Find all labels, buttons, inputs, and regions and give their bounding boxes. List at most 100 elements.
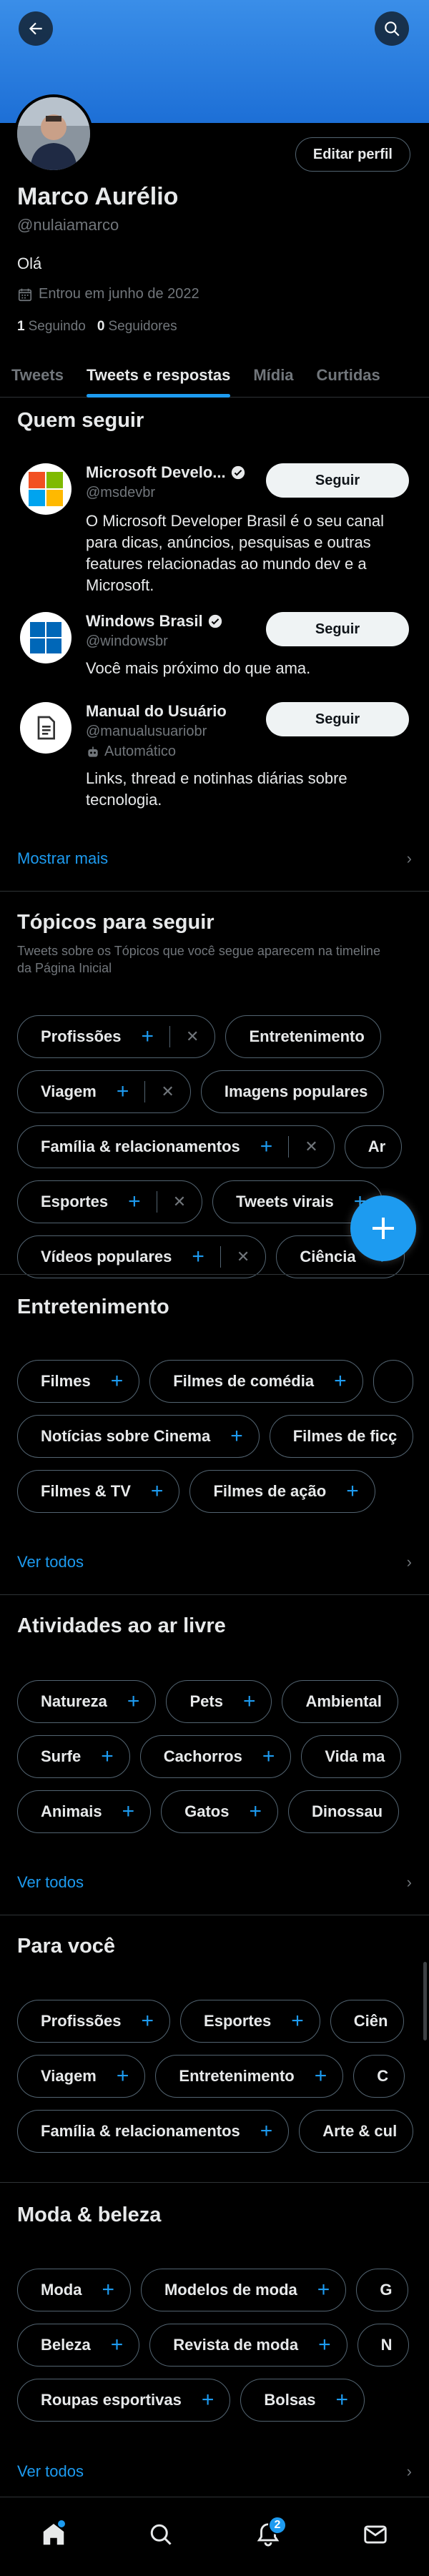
topic-chip[interactable]: Filmes de ação + — [189, 1470, 375, 1513]
search-button[interactable] — [375, 11, 409, 46]
topic-chip[interactable]: Viagem + — [17, 2055, 146, 2098]
plus-icon[interactable]: + — [334, 1371, 347, 1392]
plus-icon[interactable]: + — [317, 2279, 330, 2301]
show-more-row[interactable]: Mostrar mais › — [17, 848, 412, 869]
tab-media[interactable]: Mídia — [242, 353, 305, 398]
see-all-link[interactable]: Ver todos — [17, 1553, 84, 1571]
see-all-link[interactable]: Ver todos — [17, 1873, 84, 1892]
nav-home[interactable] — [32, 2513, 75, 2556]
plus-icon[interactable]: + — [142, 2010, 154, 2032]
nav-notifications[interactable]: 2 — [247, 2513, 290, 2556]
topic-chip[interactable]: Vídeos populares + ✕ — [17, 1235, 267, 1278]
follow-button[interactable]: Seguir — [266, 463, 409, 498]
suggested-account[interactable]: Microsoft Develo... @msdevbr O Microsoft… — [20, 463, 418, 599]
plus-icon[interactable]: + — [336, 2389, 349, 2411]
plus-icon[interactable]: + — [318, 2334, 331, 2356]
topic-chip[interactable]: Esportes + — [180, 2000, 320, 2043]
plus-icon[interactable]: + — [243, 1691, 256, 1712]
plus-icon[interactable]: + — [192, 1246, 204, 1268]
topic-chip[interactable]: Notícias sobre Cinema + — [17, 1415, 260, 1458]
followers-link[interactable]: 0 Seguidores — [97, 319, 177, 335]
plus-icon[interactable]: + — [128, 1191, 141, 1213]
nav-explore[interactable] — [139, 2513, 182, 2556]
topic-chip[interactable]: Vida ma — [301, 1735, 402, 1778]
topic-chip[interactable]: Viagem + ✕ — [17, 1070, 191, 1113]
following-link[interactable]: 1 Seguindo — [17, 319, 86, 335]
see-all-row[interactable]: Ver todos › — [17, 1872, 412, 1893]
dismiss-icon[interactable]: ✕ — [173, 1193, 186, 1211]
plus-icon[interactable]: + — [315, 2066, 327, 2087]
topic-chip[interactable]: Revista de moda + — [149, 2324, 347, 2367]
plus-icon[interactable]: + — [230, 1426, 243, 1447]
plus-icon[interactable]: + — [202, 2389, 214, 2411]
topic-chip[interactable]: Filmes de comédia + — [149, 1360, 363, 1403]
topic-chip[interactable]: C — [353, 2055, 405, 2098]
topic-chip[interactable]: Profissões + ✕ — [17, 1015, 216, 1058]
suggested-account[interactable]: Windows Brasil @windowsbr Você mais próx… — [20, 612, 418, 684]
topic-chip[interactable]: Ambiental — [282, 1680, 398, 1723]
plus-icon[interactable]: + — [111, 1371, 124, 1392]
plus-icon[interactable]: + — [151, 1481, 164, 1502]
follow-button[interactable]: Seguir — [266, 702, 409, 736]
topic-chip[interactable]: Animais + — [17, 1790, 152, 1833]
topic-chip[interactable]: Entretenimento + — [155, 2055, 344, 2098]
topic-chip[interactable]: Ar — [344, 1125, 403, 1168]
topic-chip[interactable]: Natureza + — [17, 1680, 157, 1723]
topic-chip[interactable]: Moda + — [17, 2269, 131, 2311]
see-all-row[interactable]: Ver todos › — [17, 2461, 412, 2482]
topic-chip[interactable]: Esportes + ✕ — [17, 1180, 203, 1223]
topic-chip[interactable]: Cachorros + — [139, 1735, 292, 1778]
scrollbar[interactable] — [423, 1962, 427, 2040]
topic-chip[interactable]: Gatos + — [161, 1790, 279, 1833]
plus-icon[interactable]: + — [122, 1801, 135, 1822]
plus-icon[interactable]: + — [291, 2010, 304, 2032]
plus-icon[interactable]: + — [117, 1081, 129, 1102]
topic-chip[interactable] — [373, 1360, 413, 1403]
follow-button[interactable]: Seguir — [266, 612, 409, 646]
edit-profile-button[interactable]: Editar perfil — [295, 137, 410, 172]
topic-chip[interactable]: Ciên — [330, 2000, 405, 2043]
plus-icon[interactable]: + — [260, 2121, 273, 2142]
topic-chip[interactable]: Pets + — [166, 1680, 272, 1723]
topic-chip[interactable]: Filmes de ficç — [269, 1415, 414, 1458]
compose-tweet-button[interactable] — [350, 1195, 416, 1261]
plus-icon[interactable]: + — [102, 2279, 114, 2301]
dismiss-icon[interactable]: ✕ — [305, 1138, 317, 1156]
see-all-row[interactable]: Ver todos › — [17, 1551, 412, 1573]
dismiss-icon[interactable]: ✕ — [237, 1248, 250, 1266]
tab-likes[interactable]: Curtidas — [305, 353, 392, 398]
plus-icon[interactable]: + — [101, 1746, 114, 1767]
topic-chip[interactable]: Filmes + — [17, 1360, 140, 1403]
topic-chip[interactable]: Entretenimento — [225, 1015, 381, 1058]
topic-chip[interactable]: Roupas esportivas + — [17, 2379, 231, 2422]
topic-chip[interactable]: N — [357, 2324, 409, 2367]
topic-chip[interactable]: Dinossau — [288, 1790, 400, 1833]
tab-tweets[interactable]: Tweets — [0, 353, 75, 398]
profile-avatar[interactable] — [14, 94, 93, 173]
topic-chip[interactable]: Beleza + — [17, 2324, 140, 2367]
plus-icon[interactable]: + — [142, 1026, 154, 1047]
topic-chip[interactable]: Arte & cul — [299, 2110, 414, 2153]
tab-tweets-and-replies[interactable]: Tweets e respostas — [75, 353, 242, 398]
plus-icon[interactable]: + — [260, 1136, 273, 1158]
topic-chip[interactable]: Modelos de moda + — [140, 2269, 347, 2311]
nav-messages[interactable] — [354, 2513, 397, 2556]
topic-chip[interactable]: Imagens populares — [200, 1070, 385, 1113]
topic-chip[interactable]: G — [356, 2269, 409, 2311]
plus-icon[interactable]: + — [127, 1691, 140, 1712]
plus-icon[interactable]: + — [117, 2066, 129, 2087]
topic-chip[interactable]: Família & relacionamentos + ✕ — [17, 1125, 335, 1168]
plus-icon[interactable]: + — [346, 1481, 359, 1502]
show-more-link[interactable]: Mostrar mais — [17, 849, 108, 868]
topic-chip[interactable]: Profissões + — [17, 2000, 171, 2043]
back-button[interactable] — [19, 11, 53, 46]
dismiss-icon[interactable]: ✕ — [161, 1082, 174, 1101]
topic-chip[interactable]: Surfe + — [17, 1735, 130, 1778]
plus-icon[interactable]: + — [262, 1746, 275, 1767]
plus-icon[interactable]: + — [111, 2334, 124, 2356]
plus-icon[interactable]: + — [249, 1801, 262, 1822]
topic-chip[interactable]: Família & relacionamentos + — [17, 2110, 290, 2153]
see-all-link[interactable]: Ver todos — [17, 2462, 84, 2481]
topic-chip[interactable]: Bolsas + — [240, 2379, 365, 2422]
dismiss-icon[interactable]: ✕ — [186, 1027, 199, 1046]
